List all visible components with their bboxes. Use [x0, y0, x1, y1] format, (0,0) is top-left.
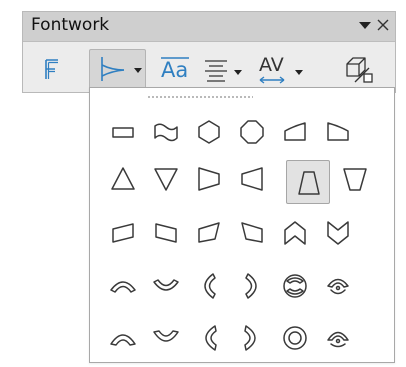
shape-chevron-up[interactable]: [274, 212, 314, 252]
shape-arch-down-pour[interactable]: [317, 111, 357, 151]
shape-arch-down-curve-2[interactable]: [145, 265, 185, 305]
shape-stop[interactable]: [188, 111, 228, 151]
shape-fade-left[interactable]: [231, 158, 271, 198]
shape-fade-right[interactable]: [188, 158, 228, 198]
shape-arch-left-curve[interactable]: [188, 265, 228, 305]
shape-open-circle-pour[interactable]: [317, 317, 357, 357]
shape-arch-down-pour-2[interactable]: [145, 317, 185, 357]
fontwork-shape-icon: [101, 57, 125, 81]
chevron-down-icon[interactable]: [295, 70, 303, 76]
toolbar-title: Fontwork: [31, 15, 110, 35]
shape-plain-text[interactable]: [102, 111, 142, 151]
fontwork-f-icon: [45, 59, 58, 79]
shape-circle-pour[interactable]: [274, 317, 314, 357]
close-icon[interactable]: [375, 16, 391, 34]
same-letter-heights-label: Aa: [161, 58, 189, 82]
same-letter-heights-button[interactable]: Aa: [157, 52, 193, 86]
shape-arch-up-curve[interactable]: [102, 265, 142, 305]
align-justified-icon: [205, 60, 227, 82]
dropdown-triangle-icon[interactable]: [357, 17, 373, 33]
toggle-extrusion-button[interactable]: [337, 52, 377, 86]
shape-triangle-up[interactable]: [102, 158, 142, 198]
shape-circle-curve[interactable]: [274, 265, 314, 305]
fontwork-gallery-button[interactable]: [37, 52, 67, 86]
fontwork-shape-button[interactable]: [89, 49, 146, 89]
shape-slant-up[interactable]: [102, 212, 142, 252]
shape-fade-up-left[interactable]: [231, 212, 271, 252]
extrusion-cube-icon: [346, 57, 373, 83]
fontwork-alignment-button[interactable]: [201, 52, 249, 86]
toolbar-titlebar[interactable]: Fontwork: [23, 12, 395, 42]
character-spacing-button[interactable]: AV: [255, 52, 311, 86]
shape-arch-down-curve[interactable]: [274, 111, 314, 151]
fontwork-shape-gallery: [89, 87, 395, 363]
shape-trapezoid-up[interactable]: [286, 160, 330, 204]
shape-open-circle-curve[interactable]: [317, 265, 357, 305]
shape-arch-right-pour[interactable]: [231, 317, 271, 357]
chevron-down-icon[interactable]: [234, 70, 242, 76]
shape-fade-down[interactable]: [334, 158, 374, 198]
shape-arch-right-curve[interactable]: [231, 265, 271, 305]
shape-wave[interactable]: [145, 111, 185, 151]
shape-arch-up-pour[interactable]: [102, 317, 142, 357]
shape-fade-up-right[interactable]: [188, 212, 228, 252]
popup-drag-handle[interactable]: [147, 95, 253, 99]
character-spacing-icon: [259, 76, 285, 84]
shape-chevron-down[interactable]: [317, 212, 357, 252]
shape-triangle-down[interactable]: [145, 158, 185, 198]
fontwork-toolbar: Fontwork Aa AV: [22, 11, 396, 93]
shape-ring-outside[interactable]: [231, 111, 271, 151]
chevron-down-icon[interactable]: [134, 68, 142, 74]
shape-arch-left-pour[interactable]: [188, 317, 228, 357]
shape-slant-down[interactable]: [145, 212, 185, 252]
